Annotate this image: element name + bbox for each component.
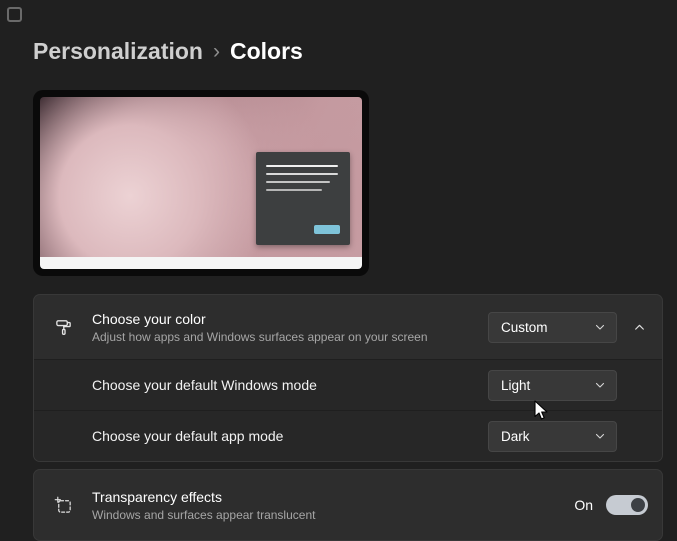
preview-text-line [266, 173, 338, 175]
chevron-up-icon [633, 321, 646, 334]
transparency-toggle-label: On [574, 497, 593, 513]
chevron-down-icon [594, 321, 606, 333]
color-palette-icon [34, 318, 92, 337]
preview-app-window [256, 152, 350, 245]
app-mode-dropdown[interactable]: Dark [488, 421, 617, 452]
preview-taskbar [40, 257, 362, 269]
windows-mode-row: Choose your default Windows mode Light [34, 359, 662, 410]
chevron-down-icon [594, 379, 606, 391]
color-mode-dropdown[interactable]: Custom [488, 312, 617, 343]
windows-mode-value: Light [501, 378, 530, 393]
app-mode-label: Choose your default app mode [92, 428, 488, 444]
windows-mode-dropdown[interactable]: Light [488, 370, 617, 401]
theme-preview-inner [40, 97, 362, 269]
transparency-icon [34, 496, 92, 515]
transparency-toggle[interactable] [606, 495, 648, 515]
windows-mode-label: Choose your default Windows mode [92, 377, 488, 393]
choose-your-color-title: Choose your color [92, 310, 488, 328]
chevron-down-icon [594, 430, 606, 442]
app-mode-row: Choose your default app mode Dark [34, 410, 662, 461]
choose-your-color-texts: Choose your color Adjust how apps and Wi… [92, 310, 488, 345]
settings-colors-page: Personalization › Colors [0, 0, 677, 541]
choose-your-color-row[interactable]: Choose your color Adjust how apps and Wi… [34, 295, 662, 359]
preview-text-line [266, 181, 330, 183]
preview-wallpaper [40, 97, 362, 257]
preview-accent-button [314, 225, 340, 234]
choose-your-color-subtitle: Adjust how apps and Windows surfaces app… [92, 330, 488, 345]
app-mode-value: Dark [501, 429, 530, 444]
breadcrumb: Personalization › Colors [33, 36, 663, 66]
transparency-card: Transparency effects Windows and surface… [33, 469, 663, 541]
breadcrumb-personalization[interactable]: Personalization [33, 38, 203, 65]
preview-text-line [266, 165, 338, 167]
transparency-subtitle: Windows and surfaces appear translucent [92, 508, 574, 523]
theme-preview [33, 90, 369, 276]
breadcrumb-colors: Colors [230, 38, 303, 65]
transparency-row: Transparency effects Windows and surface… [34, 470, 662, 540]
breadcrumb-separator: › [213, 39, 220, 64]
preview-text-line [266, 189, 322, 191]
window-icon-fragment [7, 7, 22, 22]
transparency-texts: Transparency effects Windows and surface… [92, 488, 574, 523]
color-mode-value: Custom [501, 320, 548, 335]
transparency-title: Transparency effects [92, 488, 574, 506]
choose-your-color-card: Choose your color Adjust how apps and Wi… [33, 294, 663, 462]
collapse-button[interactable] [617, 295, 662, 359]
